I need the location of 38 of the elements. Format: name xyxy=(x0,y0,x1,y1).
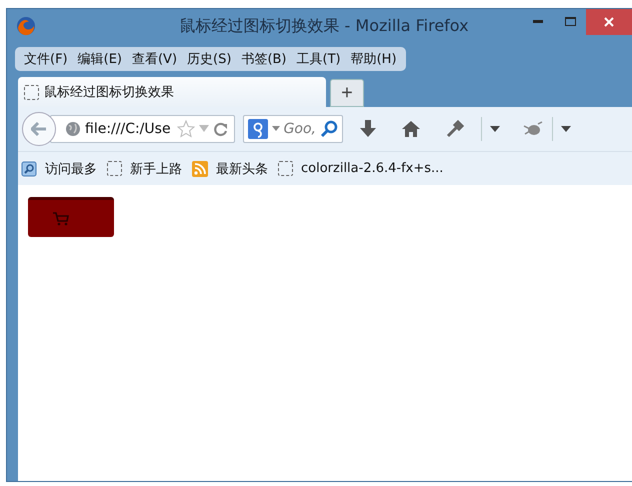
bookmark-item[interactable]: 访问最多 xyxy=(21,160,97,178)
menu-item[interactable]: 查看(V) xyxy=(126,49,182,69)
close-icon xyxy=(604,17,614,27)
home-icon[interactable] xyxy=(401,120,421,138)
back-arrow-icon xyxy=(31,122,47,136)
search-icon[interactable] xyxy=(320,120,338,138)
download-icon[interactable] xyxy=(359,119,377,139)
star-icon[interactable] xyxy=(176,120,195,138)
menu-item[interactable]: 帮助(H) xyxy=(346,49,402,69)
cart-icon xyxy=(53,212,69,226)
menu-item[interactable]: 文件(F) xyxy=(19,49,73,69)
page-icon xyxy=(278,161,293,176)
dropdown-icon[interactable] xyxy=(490,126,500,132)
menu-item[interactable]: 书签(B) xyxy=(236,49,292,69)
menu-item[interactable]: 历史(S) xyxy=(182,49,236,69)
dropdown-icon[interactable] xyxy=(561,126,571,132)
page-icon xyxy=(24,84,39,100)
window-title: 鼠标经过图标切换效果 - Mozilla Firefox xyxy=(178,16,470,36)
menu-item[interactable]: 工具(T) xyxy=(292,49,346,69)
maximize-icon xyxy=(564,16,576,26)
folder-icon xyxy=(21,160,37,176)
browser-tab[interactable]: 鼠标经过图标切换效果 xyxy=(18,77,326,107)
reload-icon[interactable] xyxy=(212,122,228,136)
search-field[interactable]: Goo, xyxy=(242,115,343,143)
back-button[interactable] xyxy=(22,112,56,146)
feed-icon xyxy=(192,160,208,176)
new-tab-button[interactable]: + xyxy=(330,79,364,107)
globe-icon xyxy=(65,121,81,137)
minimize-icon xyxy=(533,20,543,22)
bookmark-item[interactable]: colorzilla-2.6.4-fx+s... xyxy=(278,161,444,176)
url-field[interactable]: file:///C:/Use xyxy=(50,115,235,143)
page-icon xyxy=(107,161,122,176)
bookmark-item[interactable]: 新手上路 xyxy=(107,160,182,178)
close-button[interactable] xyxy=(586,9,632,35)
menu-item[interactable]: 编辑(E) xyxy=(72,49,127,69)
firefox-logo-icon xyxy=(16,16,36,36)
search-engine-icon[interactable] xyxy=(248,119,268,139)
bookmark-item[interactable]: 最新头条 xyxy=(192,160,268,178)
